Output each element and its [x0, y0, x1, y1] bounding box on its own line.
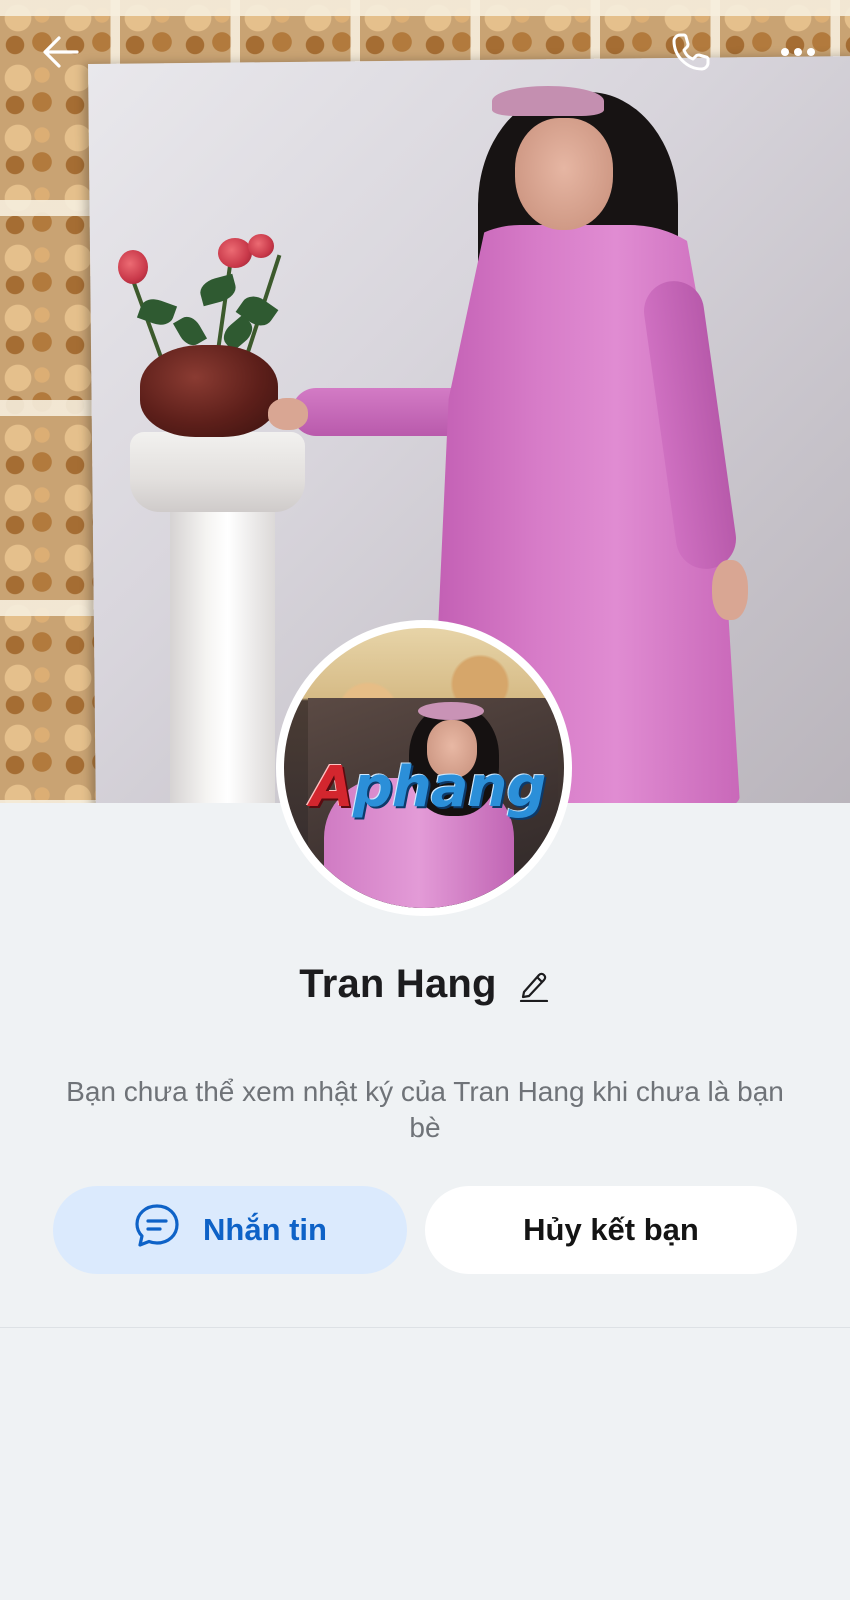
more-button[interactable]	[770, 26, 826, 82]
chat-bubble-icon	[133, 1202, 181, 1258]
watermark-first-letter: A	[310, 755, 353, 820]
pedestal-capital	[130, 432, 305, 512]
woman-hand	[268, 398, 308, 430]
woman-hand	[712, 560, 748, 620]
back-button[interactable]	[33, 26, 89, 82]
rose	[218, 238, 252, 268]
woman-face	[515, 118, 613, 230]
section-divider	[0, 1327, 850, 1328]
vase	[140, 345, 278, 437]
diary-privacy-notice: Bạn chưa thể xem nhật ký của Tran Hang k…	[66, 1076, 784, 1143]
call-button[interactable]	[663, 26, 719, 82]
pencil-icon[interactable]	[517, 968, 551, 1002]
avatar-headband	[418, 702, 484, 720]
woman-headband	[492, 86, 604, 116]
more-horizontal-icon	[777, 31, 819, 78]
avatar[interactable]: Aphang	[276, 620, 572, 916]
unfriend-button[interactable]: Hủy kết bạn	[425, 1186, 797, 1274]
message-button-label: Nhắn tin	[203, 1212, 327, 1247]
watermark-rest: phang	[352, 755, 547, 820]
arrow-left-icon	[39, 30, 83, 79]
profile-name-row: Tran Hang	[0, 962, 850, 1007]
rose	[248, 234, 274, 258]
rose	[118, 250, 148, 284]
avatar-watermark: Aphang	[298, 760, 558, 816]
avatar-photo: Aphang	[284, 628, 564, 908]
message-button[interactable]: Nhắn tin	[53, 1186, 407, 1274]
profile-screen: Aphang Tran Hang Bạn chưa thể xem nhật k…	[0, 0, 850, 1600]
phone-icon	[668, 29, 714, 80]
unfriend-button-label: Hủy kết bạn	[523, 1212, 699, 1247]
profile-name: Tran Hang	[299, 962, 497, 1006]
